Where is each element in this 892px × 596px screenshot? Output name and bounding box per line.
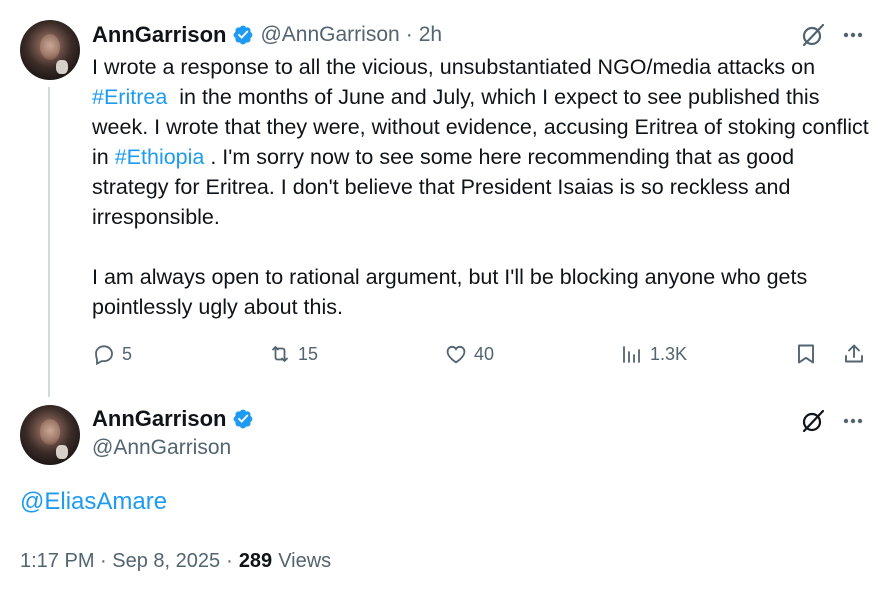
separator: · [405,23,413,46]
more-icon[interactable] [840,22,866,53]
handle[interactable]: @AnnGarrison [260,23,399,47]
separator: · [226,550,233,572]
display-name[interactable]: AnnGarrison [92,22,226,48]
like-button[interactable]: 40 [444,342,494,366]
like-count: 40 [474,343,495,364]
tweet-header: AnnGarrison @AnnGarrison · 2h [92,20,442,50]
more-icon[interactable] [840,408,866,439]
display-name[interactable]: AnnGarrison [92,406,226,432]
repost-button[interactable]: 15 [268,342,318,366]
grok-icon[interactable] [800,408,826,439]
tweet-header: AnnGarrison [92,404,254,434]
verified-badge-icon [232,408,254,430]
timestamp[interactable]: 1:17 PM · Sep 8, 2025 [20,550,220,573]
reply-icon [95,345,113,366]
views-button[interactable]: 1.3K [620,342,687,366]
like-icon [446,345,466,364]
views-count: 1.3K [650,343,688,364]
time-ago[interactable]: 2h [419,23,442,47]
grok-icon[interactable] [800,22,826,53]
reply-button[interactable]: 5 [92,342,132,366]
repost-icon [272,346,288,362]
avatar-face [40,34,60,60]
tweet-text-part: . I'm sorry now to see some here recomme… [92,145,808,319]
tweet-text: I wrote a response to all the vicious, u… [92,52,872,322]
reply-count: 5 [122,343,133,364]
views-label: Views [278,550,332,572]
bookmark-button[interactable] [794,342,818,366]
avatar-hand [56,445,68,459]
views-icon [623,346,640,363]
views-count: 289 [238,550,273,572]
avatar-hand [56,60,68,74]
verified-badge-icon [232,24,254,46]
bookmark-icon [798,344,814,364]
avatar[interactable] [20,20,80,80]
thread-line [48,87,50,397]
hashtag-eritrea[interactable]: #Eritrea [92,85,167,109]
avatar-face [40,419,60,445]
hashtag-ethiopia[interactable]: #Ethiopia [115,145,205,169]
share-icon [845,344,863,363]
share-button[interactable] [842,342,866,366]
repost-count: 15 [298,343,319,364]
avatar[interactable] [20,405,80,465]
mention-link[interactable]: @EliasAmare [20,488,167,516]
tweet-text-part: I wrote a response to all the vicious, u… [92,55,821,79]
handle[interactable]: @AnnGarrison [92,436,231,460]
tweet-meta: 1:17 PM · Sep 8, 2025 · 289 Views [20,550,331,573]
